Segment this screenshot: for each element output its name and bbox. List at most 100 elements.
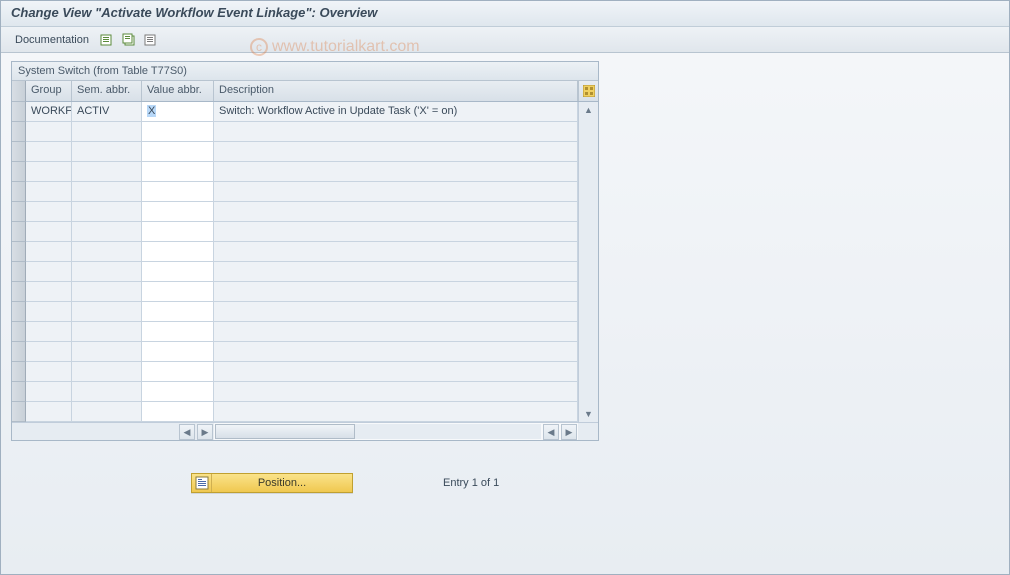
- table-row: [26, 282, 578, 302]
- row-selector-header[interactable]: [12, 81, 26, 102]
- cell-group: [26, 362, 72, 381]
- row-selector[interactable]: [12, 102, 26, 122]
- row-selector[interactable]: [12, 322, 26, 342]
- cell-value-abbr[interactable]: [142, 302, 214, 321]
- cell-value-abbr[interactable]: [142, 322, 214, 341]
- cell-description: [214, 262, 578, 281]
- cell-value-abbr[interactable]: X: [142, 102, 214, 121]
- cell-sem-abbr: [72, 302, 142, 321]
- cell-value-abbr[interactable]: [142, 402, 214, 421]
- cell-description: [214, 142, 578, 161]
- scroll-left-icon[interactable]: ▶: [197, 424, 213, 440]
- scroll-up-icon[interactable]: ▲: [579, 102, 598, 118]
- cell-group: [26, 142, 72, 161]
- table: Group Sem. abbr. Value abbr. Description…: [12, 81, 598, 422]
- new-entries-icon[interactable]: [99, 32, 115, 48]
- cell-group: [26, 122, 72, 141]
- row-selector[interactable]: [12, 262, 26, 282]
- row-selector[interactable]: [12, 162, 26, 182]
- cell-sem-abbr: [72, 122, 142, 141]
- cell-value-abbr[interactable]: [142, 222, 214, 241]
- cell-sem-abbr: [72, 362, 142, 381]
- horizontal-scrollbar[interactable]: ◀ ▶ ◀ ▶: [12, 422, 598, 440]
- cell-value-abbr[interactable]: [142, 382, 214, 401]
- row-selector[interactable]: [12, 282, 26, 302]
- cell-value-abbr[interactable]: [142, 242, 214, 261]
- horizontal-scroll-thumb[interactable]: [215, 424, 355, 439]
- toolbar: Documentation: [1, 27, 1009, 53]
- cell-sem-abbr: [72, 222, 142, 241]
- cell-description: [214, 222, 578, 241]
- position-icon: [192, 474, 212, 492]
- scroll-last-icon[interactable]: ▶: [561, 424, 577, 440]
- row-selector[interactable]: [12, 122, 26, 142]
- vertical-scrollbar[interactable]: ▲ ▼: [578, 102, 598, 422]
- cell-group: [26, 302, 72, 321]
- table-header-row: Group Sem. abbr. Value abbr. Description: [26, 81, 598, 102]
- row-selector[interactable]: [12, 222, 26, 242]
- col-header-value-abbr[interactable]: Value abbr.: [142, 81, 214, 101]
- cell-description: [214, 282, 578, 301]
- cell-description: [214, 182, 578, 201]
- scroll-down-icon[interactable]: ▼: [579, 406, 598, 422]
- variable-list-icon[interactable]: [143, 32, 159, 48]
- cell-group: [26, 262, 72, 281]
- cell-description: [214, 402, 578, 421]
- cell-group: [26, 322, 72, 341]
- cell-value-abbr[interactable]: [142, 262, 214, 281]
- table-row: WORKFACTIVXSwitch: Workflow Active in Up…: [26, 102, 578, 122]
- cell-description: [214, 342, 578, 361]
- cell-group: [26, 182, 72, 201]
- cell-sem-abbr: [72, 262, 142, 281]
- cell-value-abbr[interactable]: [142, 362, 214, 381]
- col-header-description[interactable]: Description: [214, 81, 578, 101]
- row-selector[interactable]: [12, 302, 26, 322]
- col-header-sem-abbr[interactable]: Sem. abbr.: [72, 81, 142, 101]
- cell-group: [26, 282, 72, 301]
- row-selector[interactable]: [12, 142, 26, 162]
- table-row: [26, 362, 578, 382]
- cell-description: [214, 302, 578, 321]
- cell-description: [214, 382, 578, 401]
- row-selector[interactable]: [12, 342, 26, 362]
- table-row: [26, 382, 578, 402]
- cell-group: [26, 342, 72, 361]
- row-selector[interactable]: [12, 382, 26, 402]
- cell-sem-abbr: [72, 382, 142, 401]
- scroll-right-icon[interactable]: ◀: [543, 424, 559, 440]
- row-selector[interactable]: [12, 182, 26, 202]
- table-row: [26, 202, 578, 222]
- table-row: [26, 162, 578, 182]
- documentation-button[interactable]: Documentation: [11, 32, 93, 48]
- cell-value-abbr[interactable]: [142, 342, 214, 361]
- cell-value-abbr[interactable]: [142, 162, 214, 181]
- cell-description: Switch: Workflow Active in Update Task (…: [214, 102, 578, 121]
- row-selector[interactable]: [12, 362, 26, 382]
- cell-value-abbr[interactable]: [142, 142, 214, 161]
- cell-value-abbr[interactable]: [142, 182, 214, 201]
- cell-value-abbr[interactable]: [142, 122, 214, 141]
- table-row: [26, 402, 578, 422]
- page-title: Change View "Activate Workflow Event Lin…: [11, 5, 999, 20]
- table-configure-icon[interactable]: [578, 81, 598, 101]
- cell-description: [214, 362, 578, 381]
- cell-sem-abbr: ACTIV: [72, 102, 142, 121]
- title-bar: Change View "Activate Workflow Event Lin…: [1, 1, 1009, 27]
- row-selector[interactable]: [12, 242, 26, 262]
- panel-header: System Switch (from Table T77S0): [12, 62, 598, 81]
- system-switch-panel: System Switch (from Table T77S0) Group S…: [11, 61, 599, 441]
- row-selector[interactable]: [12, 202, 26, 222]
- table-row: [26, 242, 578, 262]
- row-selector[interactable]: [12, 402, 26, 422]
- table-row: [26, 122, 578, 142]
- table-row: [26, 322, 578, 342]
- scroll-first-icon[interactable]: ◀: [179, 424, 195, 440]
- col-header-group[interactable]: Group: [26, 81, 72, 101]
- cell-sem-abbr: [72, 402, 142, 421]
- cell-value-abbr[interactable]: [142, 282, 214, 301]
- cell-description: [214, 162, 578, 181]
- copy-entries-icon[interactable]: [121, 32, 137, 48]
- position-button[interactable]: Position...: [191, 473, 353, 493]
- table-row: [26, 302, 578, 322]
- cell-value-abbr[interactable]: [142, 202, 214, 221]
